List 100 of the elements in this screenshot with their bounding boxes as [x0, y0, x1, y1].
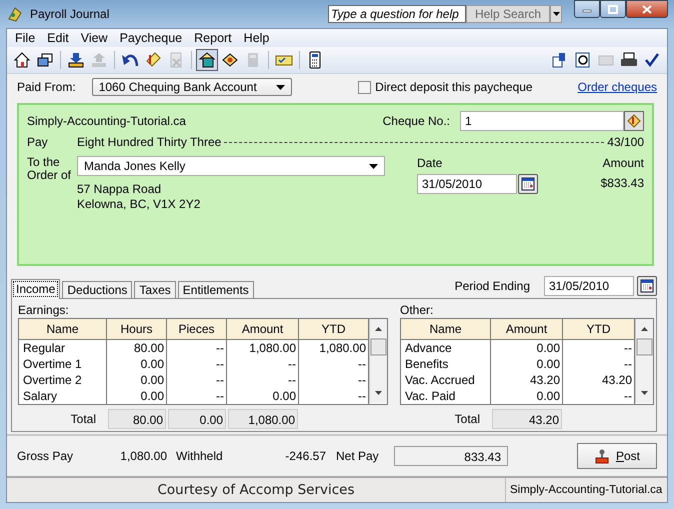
table-cell: 0.00	[491, 356, 563, 372]
help-search-button[interactable]: Help Search	[466, 5, 550, 23]
order-label: To the Order of	[27, 156, 71, 184]
calendar-button[interactable]	[518, 174, 538, 194]
print-icon	[620, 50, 638, 69]
table-cell: --	[167, 340, 227, 356]
post-button[interactable]: Post	[577, 443, 657, 470]
table-cell: Overtime 2	[19, 372, 107, 388]
caret-icon	[369, 164, 378, 169]
date-field[interactable]: 31/05/2010	[417, 174, 517, 194]
table-cell: --	[299, 356, 369, 372]
house-calculator-icon	[198, 50, 216, 69]
scrollbar[interactable]	[369, 318, 387, 403]
direct-deposit-label: Direct deposit this paycheque	[375, 80, 533, 94]
withheld-value: -246.57	[284, 449, 326, 464]
table-cell: Overtime 1	[19, 356, 107, 372]
gross-pay-value: 1,080.00	[119, 449, 167, 464]
payee-dropdown[interactable]: Manda Jones Kelly	[77, 156, 385, 176]
column-header[interactable]: Amount	[491, 318, 563, 339]
tray-down-arrow-icon	[67, 50, 85, 69]
table-cell: 1,080.00	[227, 340, 299, 356]
table-cell: --	[167, 356, 227, 372]
total-label: Total	[70, 412, 97, 426]
gross-pay-label: Gross Pay	[17, 449, 74, 464]
table-cell: Salary	[19, 388, 107, 404]
maximize-icon	[608, 4, 618, 14]
calendar-button[interactable]	[637, 276, 657, 296]
table-cell: --	[227, 372, 299, 388]
column-header[interactable]: Amount	[227, 318, 299, 339]
column-header[interactable]: Pieces	[167, 318, 227, 339]
period-ending-label: Period Ending	[454, 278, 530, 293]
column-header[interactable]: YTD	[563, 318, 635, 339]
tray-up-arrow-icon	[90, 50, 108, 69]
total-field: 0.00	[168, 408, 226, 429]
caret-icon	[552, 12, 560, 16]
cheque-number-field[interactable]: 1	[460, 111, 624, 132]
column-header[interactable]: Hours	[107, 318, 167, 339]
table-cell: 0.00	[491, 340, 563, 356]
menu-item[interactable]: Paycheque	[114, 30, 188, 45]
pay-label: Pay	[27, 135, 49, 150]
menu-item[interactable]: View	[74, 30, 114, 45]
close-button[interactable]	[626, 0, 668, 18]
address-line: Kelowna, BC, V1X 2Y2	[77, 197, 202, 212]
table-cell: --	[563, 340, 635, 356]
tab[interactable]: Deductions	[62, 280, 132, 299]
cents-text: 43/100	[607, 135, 644, 150]
earnings-label: Earnings:	[18, 302, 70, 318]
column-header[interactable]: YTD	[299, 318, 369, 339]
period-ending-field[interactable]: 31/05/2010	[544, 276, 634, 296]
amount-label: Amount	[602, 156, 644, 170]
status-text: Courtesy of Accomp Services	[156, 482, 356, 498]
stamp-icon	[594, 448, 610, 464]
toolbar-button[interactable]	[196, 48, 218, 71]
amount-in-words: Eight Hundred Thirty Three	[77, 135, 222, 150]
paid-from-dropdown[interactable]: 1060 Chequing Bank Account	[92, 78, 292, 96]
table-cell: 43.20	[491, 372, 563, 388]
table-cell: Vac. Paid	[401, 388, 491, 404]
caret-icon	[276, 84, 285, 90]
cheque-number-button[interactable]	[624, 111, 644, 132]
column-header[interactable]: Name	[401, 318, 491, 339]
menu-item[interactable]: Report	[188, 30, 238, 45]
scrollbar[interactable]	[635, 318, 653, 403]
table-cell: 1,080.00	[299, 340, 369, 356]
amount-value: $833.43	[600, 176, 644, 190]
table-cell: 0.00	[107, 356, 167, 372]
net-pay-field: 833.43	[394, 446, 508, 466]
maximize-button[interactable]	[600, 0, 626, 18]
paid-from-label: Paid From:	[17, 80, 76, 94]
column-header[interactable]: Name	[19, 318, 107, 339]
table-cell: --	[167, 372, 227, 388]
app-icon	[6, 5, 24, 23]
table-cell: 0.00	[107, 372, 167, 388]
total-field: 43.20	[492, 408, 562, 429]
tab[interactable]: Entitlements	[178, 280, 254, 299]
table-cell: 0.00	[491, 388, 563, 404]
table-cell: --	[563, 388, 635, 404]
menu-item[interactable]: Edit	[41, 30, 75, 45]
table-cell: Advance	[401, 340, 491, 356]
cheque-number-label: Cheque No.:	[382, 114, 450, 128]
windows-icon	[36, 50, 54, 69]
pencil-diamond-icon	[144, 50, 162, 69]
help-dropdown-button[interactable]	[550, 5, 562, 23]
net-pay-label: Net Pay	[336, 449, 380, 464]
table-cell: 80.00	[107, 340, 167, 356]
total-field: 80.00	[108, 408, 166, 429]
close-icon	[642, 4, 652, 14]
tab[interactable]: Income	[11, 278, 60, 299]
tab[interactable]: Taxes	[134, 280, 176, 299]
minimize-button[interactable]	[574, 0, 600, 18]
address-line: 57 Nappa Road	[77, 182, 162, 198]
direct-deposit-checkbox[interactable]	[358, 80, 372, 94]
window-title: Payroll Journal	[30, 7, 110, 21]
table-cell: Benefits	[401, 356, 491, 372]
menu-item[interactable]: Help	[238, 30, 276, 45]
menu-item[interactable]: File	[9, 30, 42, 45]
company-name: Simply-Accounting-Tutorial.ca	[27, 114, 186, 128]
help-search-field[interactable]: Type a question for help	[328, 5, 466, 23]
order-cheques-link[interactable]: Order cheques	[578, 80, 657, 94]
table-cell: 43.20	[563, 372, 635, 388]
date-label: Date	[417, 156, 444, 170]
